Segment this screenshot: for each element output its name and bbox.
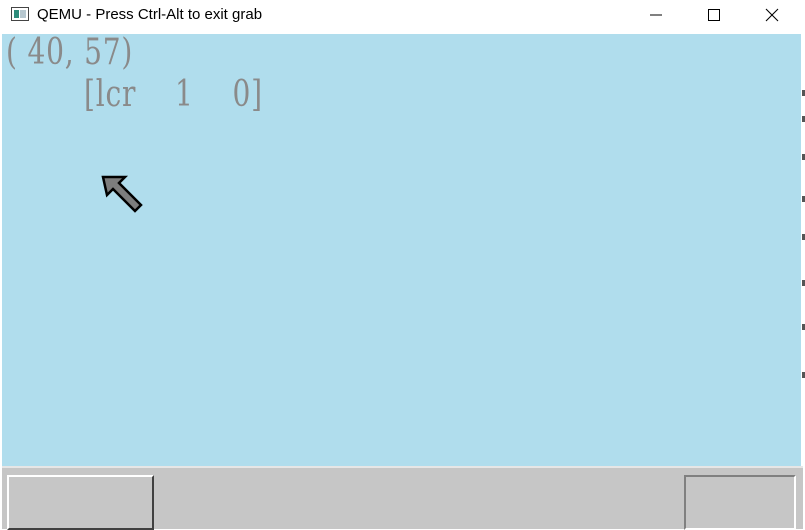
qemu-window: QEMU - Press Ctrl-Alt to exit grab ( 40,… — [0, 0, 805, 530]
qemu-app-icon — [11, 7, 29, 21]
minimize-button[interactable] — [627, 0, 685, 30]
guest-taskbar — [2, 466, 803, 530]
maximize-icon — [708, 9, 720, 21]
window-title: QEMU - Press Ctrl-Alt to exit grab — [37, 6, 263, 23]
maximize-button[interactable] — [685, 0, 743, 30]
close-icon — [765, 8, 779, 22]
start-button[interactable] — [7, 475, 154, 530]
system-tray — [684, 475, 796, 530]
guest-display[interactable]: ( 40, 57) [lcr 1 0] — [2, 34, 803, 466]
window-edge — [801, 34, 805, 466]
title-bar[interactable]: QEMU - Press Ctrl-Alt to exit grab — [0, 0, 805, 32]
mouse-button-status: [lcr 1 0] — [84, 74, 263, 115]
arrow-cursor-icon — [101, 175, 143, 213]
mouse-coordinates: ( 40, 57) — [6, 34, 134, 73]
minimize-icon — [650, 14, 662, 16]
close-button[interactable] — [743, 0, 801, 30]
